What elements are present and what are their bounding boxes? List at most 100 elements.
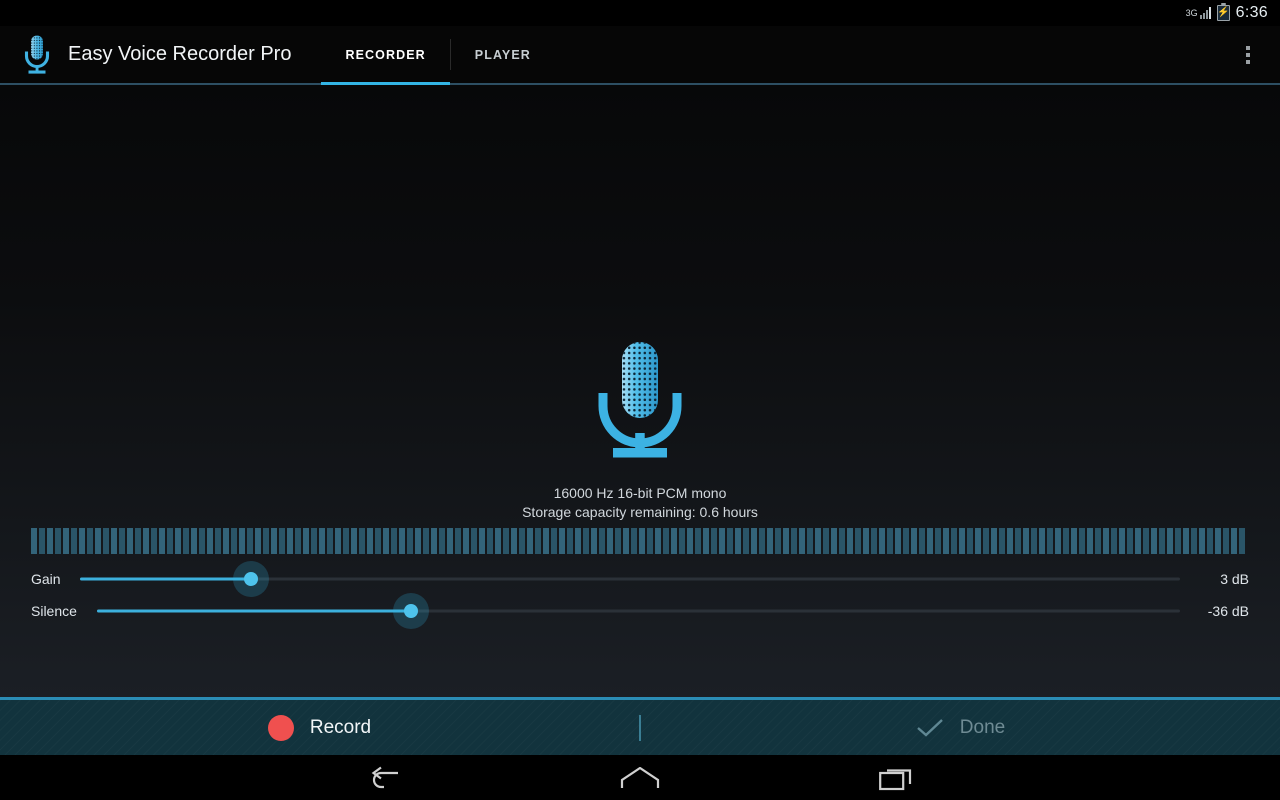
record-button[interactable]: Record — [0, 700, 639, 755]
level-meter-bar — [791, 528, 797, 554]
level-meter-bar — [967, 528, 973, 554]
level-meter-bar — [391, 528, 397, 554]
microphone-icon — [20, 34, 54, 76]
level-meter-bar — [743, 528, 749, 554]
level-meter-bar — [471, 528, 477, 554]
level-meter-bar — [551, 528, 557, 554]
level-meter-bar — [599, 528, 605, 554]
level-meter-bar — [679, 528, 685, 554]
level-meter-bar — [1055, 528, 1061, 554]
level-meter-bar — [399, 528, 405, 554]
tab-player[interactable]: PLAYER — [451, 25, 555, 84]
level-meter-bar — [239, 528, 245, 554]
level-meter-bar — [127, 528, 133, 554]
level-meter-bar — [263, 528, 269, 554]
level-meter-bar — [383, 528, 389, 554]
tab-recorder[interactable]: RECORDER — [321, 25, 451, 86]
level-meter-bar — [487, 528, 493, 554]
level-meter-bar — [863, 528, 869, 554]
level-meter-bar — [1167, 528, 1173, 554]
silence-slider-thumb[interactable] — [393, 593, 430, 629]
level-meter-bar — [215, 528, 221, 554]
level-meter-bar — [111, 528, 117, 554]
level-meter-bar — [751, 528, 757, 554]
level-meter-bar — [879, 528, 885, 554]
level-meter-bar — [1223, 528, 1229, 554]
overflow-menu-icon[interactable] — [1238, 38, 1258, 72]
home-icon[interactable] — [576, 755, 704, 800]
level-meter-bar — [1127, 528, 1133, 554]
level-meter-bar — [815, 528, 821, 554]
level-meter-bar — [183, 528, 189, 554]
level-meter-bar — [463, 528, 469, 554]
storage-info-label: Storage capacity remaining: 0.6 hours — [522, 504, 758, 520]
level-meter-bar — [519, 528, 525, 554]
level-meter-bar — [1207, 528, 1213, 554]
level-meter-bar — [175, 528, 181, 554]
network-type-label: 3G — [1185, 8, 1198, 18]
level-meter-bar — [919, 528, 925, 554]
level-meter-bar — [735, 528, 741, 554]
level-meter-bar — [903, 528, 909, 554]
level-meter-bar — [615, 528, 621, 554]
level-meter-bar — [855, 528, 861, 554]
level-meter-bar — [631, 528, 637, 554]
level-meter-bar — [87, 528, 93, 554]
level-meter-bar — [887, 528, 893, 554]
bottom-action-bar: Record Done — [0, 697, 1280, 755]
gain-slider-thumb[interactable] — [232, 561, 269, 597]
level-meter-bar — [495, 528, 501, 554]
tab-recorder-label: RECORDER — [345, 47, 426, 62]
level-meter-bar — [351, 528, 357, 554]
level-meter-bar — [159, 528, 165, 554]
level-meter-bar — [55, 528, 61, 554]
level-meter-bar — [719, 528, 725, 554]
level-meter-bar — [231, 528, 237, 554]
level-meter-bar — [999, 528, 1005, 554]
level-meter-bar — [1095, 528, 1101, 554]
silence-slider-row: Silence -36 dB — [0, 593, 1280, 629]
level-meter-bar — [831, 528, 837, 554]
level-meter-bar — [367, 528, 373, 554]
level-meter-bar — [639, 528, 645, 554]
level-meter-bar — [439, 528, 445, 554]
level-meter-bar — [247, 528, 253, 554]
level-meter-bar — [199, 528, 205, 554]
level-meter-bar — [759, 528, 765, 554]
microphone-large-icon — [585, 340, 695, 465]
level-meter-bar — [479, 528, 485, 554]
level-meter-bar — [335, 528, 341, 554]
level-meter-bar — [935, 528, 941, 554]
gain-label: Gain — [31, 571, 61, 587]
level-meter-bar — [767, 528, 773, 554]
level-meter-bar — [287, 528, 293, 554]
level-meter-bar — [319, 528, 325, 554]
back-icon[interactable] — [320, 755, 448, 800]
level-meter-bar — [535, 528, 541, 554]
action-bar: Easy Voice Recorder Pro RECORDER PLAYER — [0, 25, 1280, 86]
level-meter-bar — [1111, 528, 1117, 554]
level-meter-bar — [223, 528, 229, 554]
level-meter-bar — [1063, 528, 1069, 554]
done-button[interactable]: Done — [641, 700, 1280, 755]
level-meter-bar — [1239, 528, 1245, 554]
level-meter-bar — [623, 528, 629, 554]
level-meter-bar — [255, 528, 261, 554]
level-meter-bar — [951, 528, 957, 554]
recents-icon[interactable] — [832, 755, 960, 800]
level-meter — [31, 528, 1249, 554]
level-meter-bar — [407, 528, 413, 554]
silence-label: Silence — [31, 603, 77, 619]
level-meter-bar — [39, 528, 45, 554]
signal-bars-icon: 3G — [1186, 7, 1211, 19]
level-meter-bar — [511, 528, 517, 554]
level-meter-bar — [1015, 528, 1021, 554]
level-meter-bar — [279, 528, 285, 554]
level-meter-bar — [167, 528, 173, 554]
check-icon — [916, 718, 944, 738]
level-meter-bar — [1039, 528, 1045, 554]
level-meter-bar — [1151, 528, 1157, 554]
level-meter-bar — [47, 528, 53, 554]
level-meter-bar — [1231, 528, 1237, 554]
level-meter-bar — [703, 528, 709, 554]
